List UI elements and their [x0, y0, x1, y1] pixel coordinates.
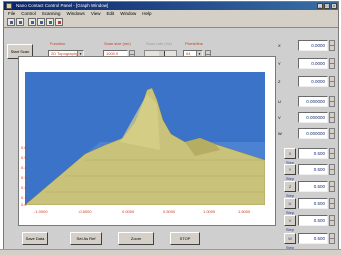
coord-y-stepper[interactable] [329, 58, 335, 69]
settings-icon[interactable] [55, 18, 63, 26]
y-step-button[interactable]: Y Step [284, 164, 296, 181]
y-step-field[interactable]: 0.500 [298, 164, 328, 175]
u-step-button[interactable]: U Step [284, 198, 296, 215]
x-tick: -1.0000 [34, 209, 48, 214]
x-step-field[interactable]: 0.500 [298, 148, 328, 159]
coord-label-v: V [278, 115, 281, 120]
title-bar: Nano Contact Control Panel - [Graph Wind… [4, 2, 338, 10]
coord-u-stepper[interactable] [329, 96, 335, 107]
y-tick: 0.0 [21, 202, 27, 207]
coord-label-w: W [278, 131, 282, 136]
coord-x-stepper[interactable] [329, 40, 335, 51]
scan-rate-label: Scan rate (Hz) [146, 41, 172, 46]
maximize-button[interactable]: □ [324, 3, 330, 9]
u-step-field[interactable]: 0.500 [298, 198, 328, 209]
coord-label-x: X [278, 43, 281, 48]
toolbar [4, 17, 338, 28]
menu-windows[interactable]: Windows [67, 10, 85, 17]
coord-z-stepper[interactable] [329, 76, 335, 87]
set-as-ref-button[interactable]: Set As Ref [70, 232, 102, 245]
z-step-stepper[interactable] [329, 181, 335, 192]
coord-label-u: U [278, 99, 281, 104]
coord-label-z: Z [278, 79, 281, 84]
minimize-button[interactable]: _ [317, 3, 323, 9]
paste-icon[interactable] [46, 18, 54, 26]
menu-bar: File Control Scanning Windows View Edit … [4, 10, 338, 17]
zoom-button[interactable]: Zoom [118, 232, 154, 245]
y-tick: 0.5 [21, 155, 27, 160]
z-step-field[interactable]: 0.500 [298, 181, 328, 192]
coord-y-field[interactable]: 0.0000 [298, 58, 328, 69]
v-step-button[interactable]: V Step [284, 215, 296, 232]
coord-x-field[interactable]: 0.0000 [298, 40, 328, 51]
scan-size-label: Scan size (nm) [104, 41, 131, 46]
y-tick: 0.1 [21, 195, 27, 200]
y-step-stepper[interactable] [329, 164, 335, 175]
menu-scanning[interactable]: Scanning [42, 10, 61, 17]
v-step-stepper[interactable] [329, 215, 335, 226]
copy-icon[interactable] [37, 18, 45, 26]
coord-w-stepper[interactable] [329, 128, 335, 139]
x-tick: 0.0000 [122, 209, 135, 214]
open-icon[interactable] [7, 18, 15, 26]
menu-help[interactable]: Help [142, 10, 151, 17]
u-step-stepper[interactable] [329, 198, 335, 209]
v-step-field[interactable]: 0.500 [298, 215, 328, 226]
x-tick: 1.5000 [238, 209, 251, 214]
y-tick: 0.3 [21, 175, 27, 180]
coord-z-field[interactable]: 0.0000 [298, 76, 328, 87]
x-tick: -0.5000 [78, 209, 92, 214]
w-step-field[interactable]: 0.500 [298, 233, 328, 244]
x-tick: 1.0000 [203, 209, 216, 214]
menu-control[interactable]: Control [21, 10, 36, 17]
w-step-stepper[interactable] [329, 233, 335, 244]
stop-button[interactable]: STOP [170, 232, 200, 245]
y-tick: 0.4 [21, 165, 27, 170]
coord-label-y: Y [278, 61, 281, 66]
x-step-stepper[interactable] [329, 148, 335, 159]
status-bar [0, 249, 341, 255]
print-icon[interactable] [28, 18, 36, 26]
coord-v-field[interactable]: 0.000000 [298, 112, 328, 123]
menu-window[interactable]: Window [120, 10, 136, 17]
x-tick: 0.5000 [163, 209, 176, 214]
coord-v-stepper[interactable] [329, 112, 335, 123]
coord-u-field[interactable]: 0.000000 [298, 96, 328, 107]
app-icon [6, 3, 12, 9]
function-label: Function [50, 41, 66, 46]
window-title: Nano Contact Control Panel - [Graph Wind… [16, 3, 109, 8]
y-tick: 0.2 [21, 185, 27, 190]
w-step-button[interactable]: W Step [284, 233, 296, 250]
z-step-button[interactable]: Z Step [284, 181, 296, 198]
y-tick: 0.6 [21, 145, 27, 150]
menu-view[interactable]: View [91, 10, 101, 17]
close-button[interactable]: × [331, 3, 337, 9]
surface-plot [25, 72, 265, 205]
x-step-button[interactable]: X Step [284, 148, 296, 165]
menu-edit[interactable]: Edit [107, 10, 115, 17]
pixels-label: Pixels/line [185, 41, 204, 46]
menu-file[interactable]: File [8, 10, 15, 17]
save-data-button[interactable]: Save Data [22, 232, 48, 245]
coord-w-field[interactable]: 0.000000 [298, 128, 328, 139]
save-icon[interactable] [16, 18, 24, 26]
